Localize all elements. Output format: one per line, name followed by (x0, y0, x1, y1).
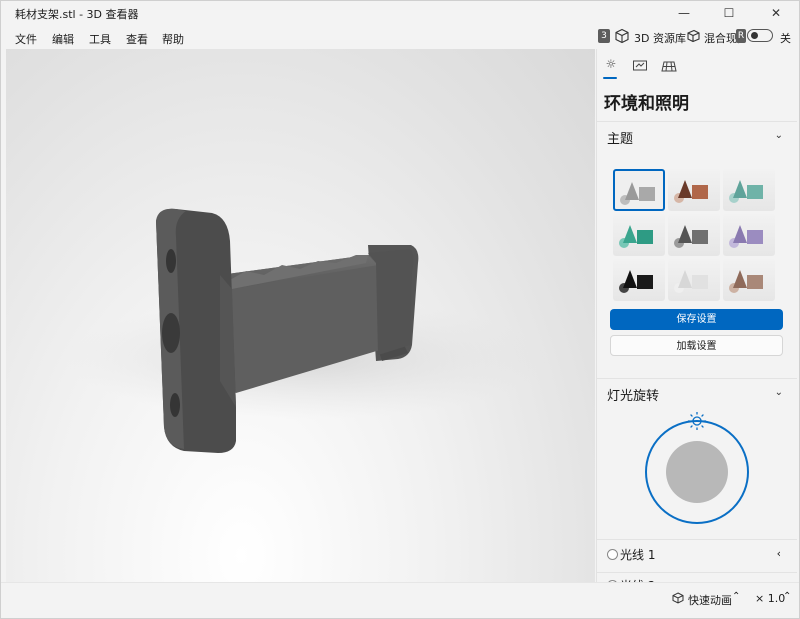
mixed-reality-toggle[interactable] (747, 29, 773, 42)
chevron-down-icon[interactable]: ⌄ (775, 387, 783, 398)
status-bar: 快速动画 ⌃ × 1.0 ⌃ (1, 582, 799, 618)
menu-bar: 文件 编辑 工具 查看 帮助 3 3D 资源库 混合现实 R 关 (1, 25, 799, 49)
box-shape (692, 230, 708, 244)
animation-icon (672, 592, 684, 604)
3d-library-button[interactable]: 3D 资源库 (634, 30, 686, 46)
theme-option-4[interactable] (613, 214, 665, 256)
panel-title: 环境和照明 (604, 94, 689, 114)
box-shape (747, 275, 763, 289)
cone-shape (678, 270, 692, 288)
box-shape (637, 275, 653, 289)
load-settings-button[interactable]: 加载设置 (610, 335, 783, 356)
window-title: 耗材支架.stl - 3D 查看器 (15, 8, 139, 21)
box-shape (637, 230, 653, 244)
box-shape (692, 185, 708, 199)
active-tab-indicator (603, 77, 617, 79)
chevron-left-icon[interactable]: ‹ (777, 547, 781, 560)
theme-grid (613, 169, 777, 303)
menu-tools[interactable]: 工具 (89, 31, 111, 47)
theme-section-header[interactable]: 主题 (607, 128, 633, 147)
theme-option-5[interactable] (668, 214, 720, 256)
divider (597, 121, 797, 122)
cone-shape (625, 182, 639, 200)
box-shape (692, 275, 708, 289)
save-settings-button[interactable]: 保存设置 (610, 309, 783, 330)
3d-library-icon (615, 28, 629, 44)
cone-shape (733, 180, 747, 198)
divider (597, 378, 797, 379)
menu-file[interactable]: 文件 (15, 31, 37, 47)
title-bar: 耗材支架.stl - 3D 查看器 — ☐ ✕ (1, 1, 799, 25)
maximize-button[interactable]: ☐ (706, 1, 752, 25)
light1-radio[interactable] (607, 549, 618, 560)
divider (597, 539, 797, 540)
box-shape (747, 230, 763, 244)
theme-option-6[interactable] (723, 214, 775, 256)
lighting-tab-icon[interactable]: ☼ (603, 57, 619, 73)
light1-label[interactable]: 光线 1 (620, 546, 655, 563)
cone-shape (623, 270, 637, 288)
theme-option-3[interactable] (723, 169, 775, 211)
close-button[interactable]: ✕ (753, 1, 799, 25)
app-window: 耗材支架.stl - 3D 查看器 — ☐ ✕ 文件 编辑 工具 查看 帮助 3… (0, 0, 800, 619)
3d-model-filament-holder[interactable] (6, 49, 595, 582)
keytip-library: 3 (598, 29, 610, 43)
cone-shape (733, 270, 747, 288)
menu-view[interactable]: 查看 (126, 31, 148, 47)
chevron-up-icon[interactable]: ⌃ (732, 591, 740, 602)
light-rotation-header[interactable]: 灯光旋转 (607, 385, 659, 404)
theme-option-1[interactable] (613, 169, 665, 211)
zoom-level[interactable]: × 1.0 (755, 592, 785, 605)
quick-animation-button[interactable]: 快速动画 (688, 592, 732, 608)
toggle-state-label: 关 (780, 32, 791, 45)
3d-viewport[interactable] (6, 49, 595, 582)
cone-shape (678, 225, 692, 243)
cone-shape (678, 180, 692, 198)
minimize-button[interactable]: — (661, 1, 707, 25)
light-rotation-dial[interactable] (642, 407, 752, 527)
grid-tab-icon[interactable] (661, 58, 677, 74)
mixed-reality-icon (687, 29, 700, 43)
cone-shape (623, 225, 637, 243)
environment-lighting-panel: ☼ 环境和照明 主题 ⌄ 保存设置 加载设置 灯光旋转 ⌄ 光线 1 ‹ (596, 49, 797, 593)
box-shape (747, 185, 763, 199)
box-shape (639, 187, 655, 201)
toggle-knob (751, 32, 758, 39)
theme-option-9[interactable] (723, 259, 775, 301)
menu-edit[interactable]: 编辑 (52, 31, 74, 47)
chevron-up-icon[interactable]: ⌃ (783, 591, 791, 602)
theme-option-2[interactable] (668, 169, 720, 211)
menu-help[interactable]: 帮助 (162, 31, 184, 47)
chevron-down-icon[interactable]: ⌄ (775, 130, 783, 141)
theme-option-8[interactable] (668, 259, 720, 301)
statistics-tab-icon[interactable] (632, 58, 648, 74)
keytip-mixed: R (736, 29, 746, 43)
divider (597, 572, 797, 573)
cone-shape (733, 225, 747, 243)
theme-option-7[interactable] (613, 259, 665, 301)
